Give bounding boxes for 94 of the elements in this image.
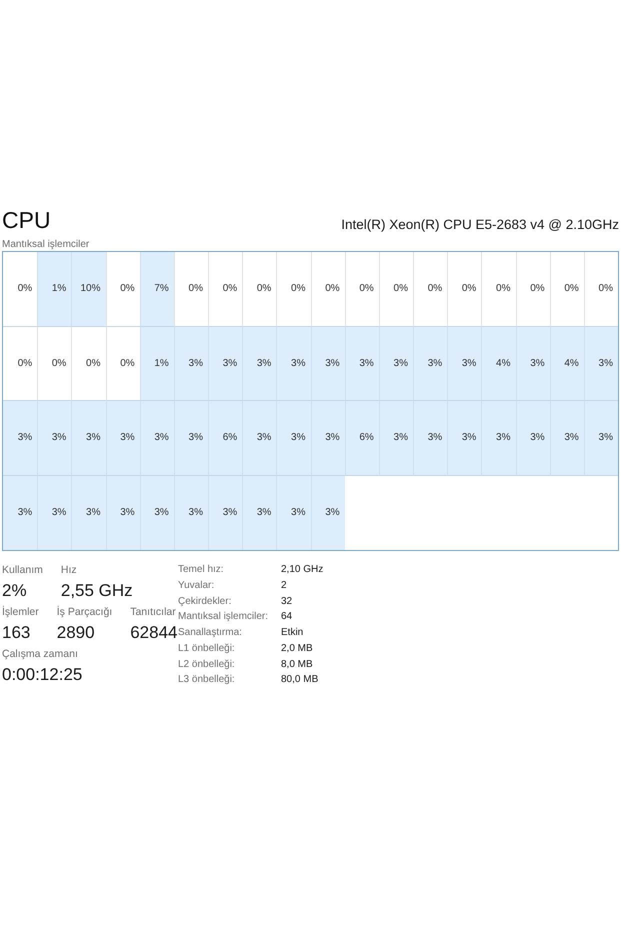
processor-tile: 3% [413, 326, 448, 401]
processor-tile: 3% [378, 326, 413, 401]
processor-tile: 3% [447, 326, 482, 401]
processor-tile: 0% [37, 326, 72, 401]
processor-tile: 4% [550, 326, 584, 401]
processor-tile: 0% [344, 252, 379, 326]
processor-tile: 3% [584, 401, 618, 476]
processor-tile: 0% [481, 252, 516, 326]
processor-tile: 3% [106, 476, 140, 550]
processor-tile: 1% [140, 326, 174, 401]
processor-tile: 3% [208, 326, 242, 401]
detail-value: 8,0 MB [281, 658, 314, 672]
detail-value: 64 [281, 610, 294, 624]
processor-tile: 3% [481, 401, 516, 476]
processor-tile: 3% [344, 326, 379, 401]
stat-label: Çalışma zamanı [2, 647, 79, 662]
processor-tile: 6% [208, 401, 242, 476]
detail-label: Temel hız: [178, 563, 225, 577]
detail-value: Etkin [281, 626, 304, 640]
processor-tile: 0% [584, 252, 618, 326]
detail-label: L2 önbelleği: [178, 658, 236, 672]
detail-label: Çekirdekler: [178, 594, 232, 608]
processor-tile: 0% [174, 252, 208, 326]
stat-label: İşlemler [2, 604, 39, 620]
processor-model: Intel(R) Xeon(R) CPU E5-2683 v4 @ 2.10GHz [341, 216, 619, 234]
processor-tile: 0% [413, 252, 448, 326]
stat-value: 2890 [56, 622, 96, 644]
stat-value: 0:00:12:25 [2, 664, 82, 686]
detail-value: 32 [281, 594, 294, 608]
detail-value: 2,0 MB [281, 642, 314, 656]
processor-tile: 6% [344, 401, 379, 476]
processor-tile: 3% [174, 476, 208, 550]
processor-tile: 3% [174, 401, 208, 476]
processor-tile: 3% [413, 401, 448, 476]
processor-tile: 3% [310, 326, 345, 401]
processor-tile: 3% [242, 326, 276, 401]
stat-label: Kullanım [2, 563, 43, 578]
detail-label: Mantıksal işlemciler: [178, 610, 270, 624]
processor-tile: 3% [71, 476, 106, 550]
processor-tile: 3% [378, 401, 413, 476]
logical-processors-label: Mantıksal işlemciler [2, 239, 90, 251]
processor-tile: 3% [276, 326, 310, 401]
cpu-title: CPU [2, 206, 51, 234]
processor-tile: 3% [106, 401, 140, 476]
processor-tile: 3% [174, 326, 208, 401]
processor-tile: 0% [208, 252, 242, 326]
processor-tile: 0% [71, 326, 106, 401]
processor-tile: 3% [447, 401, 482, 476]
processor-tile: 0% [310, 252, 345, 326]
processor-tile: 0% [378, 252, 413, 326]
processor-tile: 3% [3, 401, 38, 476]
processor-tile: 3% [310, 476, 345, 550]
stat-value: 2,55 GHz [60, 580, 133, 602]
processor-tile: 0% [550, 252, 584, 326]
processor-tile: 3% [516, 401, 550, 476]
processor-tile: 3% [276, 401, 310, 476]
processor-tile: 0% [276, 252, 310, 326]
processor-tile: 3% [208, 476, 242, 550]
processor-tile: 3% [276, 476, 310, 550]
processor-tile: 3% [3, 476, 38, 550]
processor-tile: 3% [242, 401, 276, 476]
stat-value: 163 [2, 622, 32, 644]
processor-tile: 0% [447, 252, 482, 326]
processor-tile: 3% [37, 476, 72, 550]
processor-tile: 4% [481, 326, 516, 401]
processor-tile: 1% [37, 252, 72, 326]
detail-label: Sanallaştırma: [178, 626, 243, 640]
processor-tile: 0% [516, 252, 550, 326]
stat-label: İş Parçacığı [56, 604, 112, 620]
processor-tile: 3% [310, 401, 345, 476]
processor-tile: 3% [140, 476, 174, 550]
processor-tile: 3% [71, 401, 106, 476]
detail-value: 2 [281, 578, 288, 593]
processor-tile: 0% [106, 326, 140, 401]
processor-tile: 3% [516, 326, 550, 401]
processor-tile: 7% [140, 252, 174, 326]
processor-tile: 3% [140, 401, 174, 476]
detail-value: 2,10 GHz [281, 563, 324, 577]
processor-tile: 3% [584, 326, 618, 401]
detail-label: L3 önbelleği: [178, 673, 236, 688]
stat-value: 2% [2, 580, 28, 602]
detail-label: Yuvalar: [178, 578, 216, 593]
processor-tile: 0% [3, 326, 38, 401]
processor-tile: 10% [71, 252, 106, 326]
stat-label: Tanıtıcılar [130, 605, 177, 620]
processor-tile: 0% [242, 252, 276, 326]
processor-tile: 3% [37, 401, 72, 476]
detail-value: 80,0 MB [281, 673, 320, 688]
processor-tile: 3% [550, 401, 584, 476]
detail-label: L1 önbelleği: [178, 642, 236, 656]
stat-label: Hız [60, 563, 78, 578]
processor-tile: 3% [242, 476, 276, 550]
stat-value: 62844 [130, 622, 178, 644]
processor-tile: 0% [106, 252, 140, 326]
